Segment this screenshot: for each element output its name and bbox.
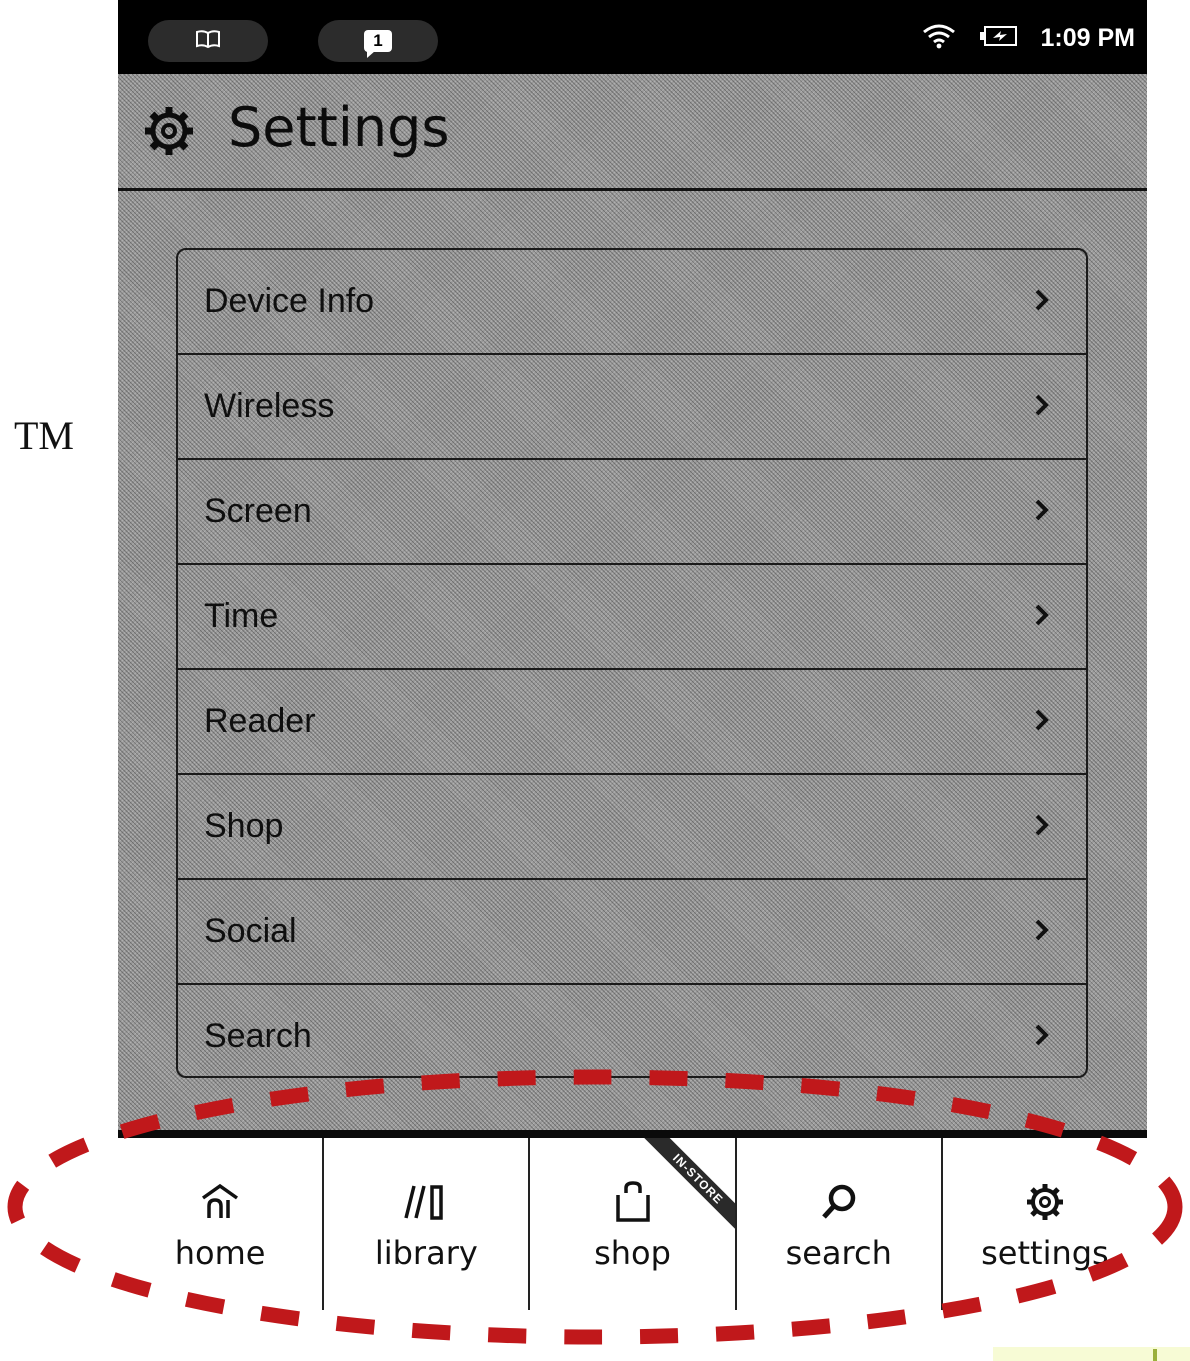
settings-screen: Settings Device Info Wireless Screen Tim… [118,74,1147,1130]
chevron-right-icon [1034,813,1050,842]
status-bar: 1 1:09 PM [118,0,1147,74]
chevron-right-icon [1034,1023,1050,1052]
menu-item-label: Wireless [204,387,335,425]
nav-home[interactable]: home [118,1138,322,1310]
menu-item-reader[interactable]: Reader [178,670,1086,775]
nav-library[interactable]: library [322,1138,528,1310]
in-store-ribbon: IN-STORE [639,1138,735,1233]
reading-button[interactable] [148,20,268,62]
menu-item-shop[interactable]: Shop [178,775,1086,880]
gear-icon [1025,1178,1065,1226]
nav-label: shop [594,1234,671,1272]
chevron-right-icon [1034,603,1050,632]
bottom-nav: home library IN-STORE shop search settin… [118,1130,1147,1310]
menu-item-search[interactable]: Search [178,985,1086,1076]
nav-label: library [374,1234,478,1272]
menu-item-label: Device Info [204,282,375,320]
book-icon [195,29,221,54]
corner-watermark [993,1347,1190,1361]
nav-label: search [785,1234,892,1272]
menu-item-label: Shop [204,807,284,845]
search-icon [819,1178,859,1226]
nav-search[interactable]: search [734,1138,941,1310]
chevron-right-icon [1034,288,1050,317]
menu-item-label: Time [204,597,279,635]
nav-label: home [174,1234,266,1272]
menu-item-device-info[interactable]: Device Info [178,250,1086,355]
menu-item-social[interactable]: Social [178,880,1086,985]
nav-label: settings [981,1234,1109,1272]
menu-item-label: Screen [204,492,312,530]
page-title: Settings [228,96,450,159]
wifi-icon [921,23,957,54]
menu-item-wireless[interactable]: Wireless [178,355,1086,460]
clock: 1:09 PM [1040,23,1135,52]
menu-item-screen[interactable]: Screen [178,460,1086,565]
menu-item-label: Reader [204,702,316,740]
nav-settings[interactable]: settings [940,1138,1147,1310]
chevron-right-icon [1034,708,1050,737]
chevron-right-icon [1034,918,1050,947]
gear-icon [142,104,196,163]
nav-shop[interactable]: IN-STORE shop [528,1138,735,1310]
notifications-button[interactable]: 1 [318,20,438,62]
library-icon [404,1178,448,1226]
menu-item-label: Search [204,1017,312,1055]
battery-charging-icon [979,24,1019,53]
home-icon [200,1178,240,1226]
notification-count: 1 [364,30,392,58]
trademark-text: TM [14,413,74,458]
menu-item-time[interactable]: Time [178,565,1086,670]
menu-item-label: Social [204,912,297,950]
chevron-right-icon [1034,393,1050,422]
in-store-label: IN-STORE [639,1138,735,1233]
chevron-right-icon [1034,498,1050,527]
title-bar: Settings [118,74,1147,191]
ereader-screen: 1 1:09 PM Settings Device Info Wireless … [118,0,1147,1310]
settings-menu: Device Info Wireless Screen Time Reader … [176,248,1088,1078]
